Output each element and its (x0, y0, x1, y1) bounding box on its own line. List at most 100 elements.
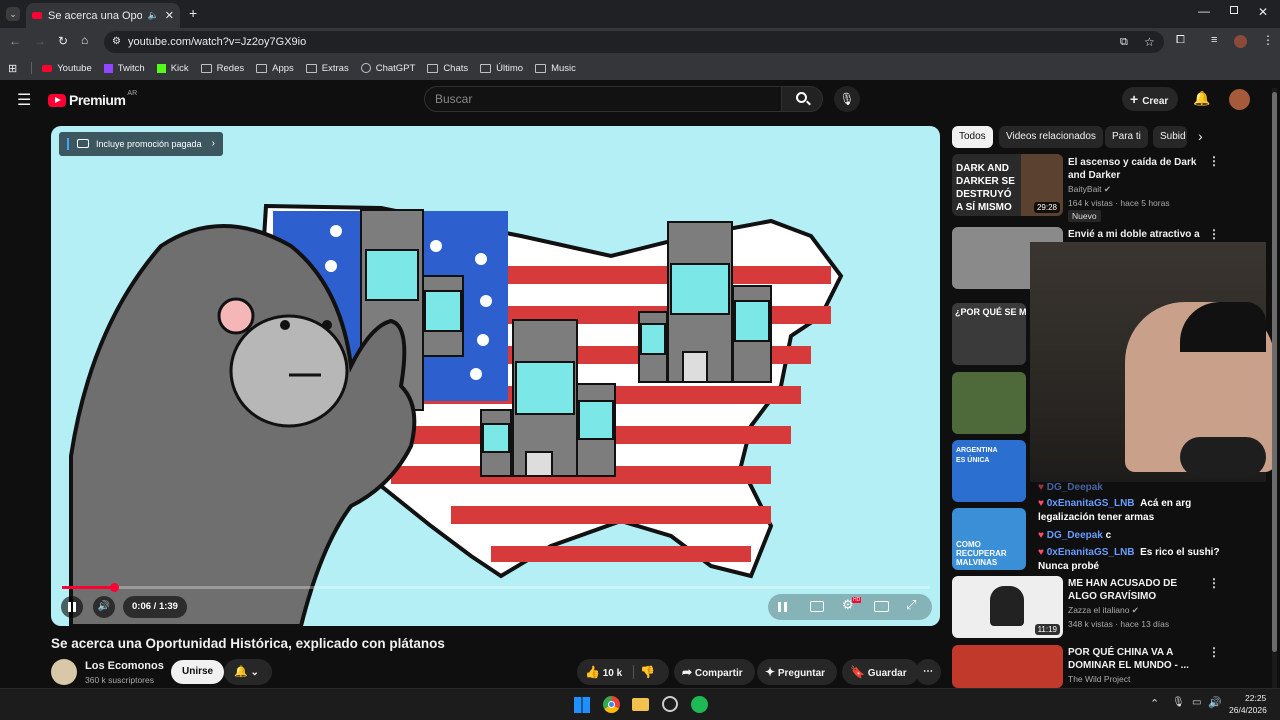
windows-start-icon[interactable] (574, 697, 590, 713)
video-thumbnail[interactable]: DARK AND DARKER SE DESTRUYÓ A SÍ MISMO 2… (952, 154, 1063, 216)
bookmark-chats[interactable]: Chats (427, 63, 468, 74)
create-button[interactable]: + Crear (1122, 87, 1179, 111)
sidebar-channel[interactable]: The Wild Project (1068, 674, 1130, 684)
extensions-icon[interactable]: ⧠ (1176, 34, 1185, 47)
notifications-bell-icon[interactable]: 🔔 (1193, 90, 1210, 107)
tray-chevron-icon[interactable]: ⌃ (1150, 697, 1159, 710)
chevron-right-icon: › (211, 138, 215, 149)
join-button[interactable]: Unirse (171, 660, 225, 684)
mic-tray-icon[interactable]: 🎙 (1172, 697, 1185, 708)
bookmark-extras[interactable]: Extras (305, 63, 349, 74)
youtube-play-icon (48, 93, 66, 107)
file-explorer-icon[interactable] (632, 698, 649, 711)
chip-label: Todos (959, 131, 986, 142)
chat-message: ♥ DG_Deepak c (1038, 529, 1238, 543)
app-icon[interactable] (662, 696, 678, 712)
video-thumbnail[interactable] (952, 372, 1026, 434)
autoplay-toggle[interactable] (778, 602, 787, 612)
paid-promotion-badge[interactable]: Incluye promoción pagada › (59, 132, 223, 156)
bookmark-music[interactable]: Music (535, 63, 576, 74)
page-scrollbar[interactable] (1272, 88, 1277, 688)
new-tab-icon[interactable]: + (189, 5, 197, 21)
tab-search-icon[interactable]: ⌄ (6, 7, 20, 21)
bookmark-kick[interactable]: Kick (156, 63, 189, 74)
bookmark-youtube[interactable]: Youtube (42, 63, 92, 74)
video-thumbnail[interactable]: COMO RECUPERAR MALVINAS (952, 508, 1026, 570)
media-control-icon[interactable]: ≡ (1211, 34, 1217, 46)
video-thumbnail[interactable]: 11:19 (952, 576, 1063, 638)
chips-next-icon[interactable]: › (1198, 128, 1203, 144)
bookmark-star-icon[interactable]: ☆ (1144, 31, 1155, 53)
tab-close-icon[interactable]: ✕ (165, 9, 174, 22)
user-avatar[interactable] (1229, 89, 1250, 110)
share-button[interactable]: ➦ Compartir (674, 659, 755, 685)
chip-todos[interactable]: Todos (952, 126, 993, 148)
chrome-icon[interactable] (603, 696, 620, 713)
video-thumbnail[interactable] (952, 645, 1063, 688)
apps-grid-icon[interactable]: ⊞ (8, 62, 17, 75)
reload-icon[interactable]: ↻ (58, 34, 68, 48)
chip-for-you[interactable]: Para ti (1105, 126, 1148, 148)
bookmark-apps[interactable]: Apps (256, 63, 294, 74)
url-bar[interactable]: ⚙ youtube.com/watch?v=Jz2oy7GX9io ⧉ ☆ (104, 31, 1164, 53)
back-icon[interactable]: ← (9, 34, 21, 48)
sidebar-channel[interactable]: BaityBait ✔ (1068, 184, 1111, 195)
restore-icon[interactable] (1230, 6, 1238, 14)
site-info-icon[interactable]: ⚙ (112, 31, 121, 53)
bookmark-ultimo[interactable]: Último (480, 63, 523, 74)
home-icon[interactable]: ⌂ (81, 33, 88, 47)
theater-mode-icon[interactable] (874, 601, 889, 612)
bookmark-chatgpt[interactable]: ChatGPT (360, 63, 415, 74)
clock-time[interactable]: 22:25 (1245, 693, 1266, 703)
network-icon[interactable]: ▭ (1192, 697, 1201, 708)
more-options-icon[interactable]: ⋮ (1208, 576, 1220, 590)
profile-avatar[interactable] (1234, 35, 1247, 48)
close-window-icon[interactable]: ✕ (1258, 5, 1268, 19)
forward-icon[interactable]: → (34, 34, 46, 48)
sidebar-video-title[interactable]: ME HAN ACUSADO DE ALGO GRAVÍSIMO (1068, 577, 1208, 603)
pause-button[interactable] (61, 596, 83, 618)
more-options-icon[interactable]: ⋮ (1208, 227, 1220, 241)
sidebar-video-title[interactable]: El ascenso y caída de Dark and Darker (1068, 156, 1208, 182)
video-thumbnail[interactable]: ¿POR QUÉ SE M (952, 303, 1026, 365)
search-input[interactable]: Buscar (424, 86, 782, 112)
bookmark-label: Twitch (117, 62, 145, 74)
share-icon: ➦ (682, 665, 693, 679)
subtitles-icon[interactable] (810, 601, 824, 612)
chip-uploaded[interactable]: Subid (1153, 126, 1187, 148)
active-tab[interactable]: Se acerca una Oportunidad 🔈 ✕ (26, 3, 180, 28)
duration-badge: 29:28 (1033, 202, 1060, 213)
sidebar-channel[interactable]: Zazza el italiano ✔ (1068, 605, 1139, 616)
more-actions-button[interactable]: ⋯ (915, 659, 941, 685)
bookmark-redes[interactable]: Redes (200, 63, 244, 74)
search-button[interactable] (781, 86, 823, 112)
hamburger-menu-icon[interactable]: ☰ (17, 90, 31, 110)
speaker-tray-icon[interactable]: 🔊 (1208, 696, 1222, 709)
subscribe-bell-button[interactable]: 🔔 ⌄ (224, 659, 272, 685)
channel-name[interactable]: Los Ecomonos (85, 660, 164, 672)
voice-search-icon[interactable]: 🎙 (834, 86, 860, 112)
channel-avatar[interactable] (51, 659, 77, 685)
browser-menu-icon[interactable]: ⋮ (1262, 33, 1274, 47)
like-button[interactable]: 👍 10 k (585, 659, 622, 687)
speaker-icon[interactable]: 🔈 (148, 10, 159, 21)
youtube-logo[interactable]: Premium AR (48, 90, 137, 108)
progress-scrubber[interactable] (110, 583, 120, 592)
clock-date[interactable]: 26/4/2026 (1229, 705, 1267, 715)
sidebar-video-title[interactable]: POR QUÉ CHINA VA A DOMINAR EL MUNDO - ..… (1068, 646, 1208, 672)
chip-related[interactable]: Videos relacionados (999, 126, 1103, 148)
video-thumbnail[interactable]: ARGENTINA ES ÚNICA (952, 440, 1026, 502)
minimize-icon[interactable]: — (1198, 4, 1210, 18)
install-icon[interactable]: ⧉ (1120, 31, 1128, 53)
progress-bar-track[interactable] (62, 586, 930, 589)
bookmark-twitch[interactable]: Twitch (103, 62, 145, 74)
dislike-button[interactable]: 👎 (640, 659, 655, 685)
more-options-icon[interactable]: ⋮ (1208, 154, 1220, 168)
more-options-icon[interactable]: ⋮ (1208, 645, 1220, 659)
spotify-icon[interactable] (691, 696, 708, 713)
fullscreen-icon[interactable]: ⤢ (906, 597, 916, 613)
ask-button[interactable]: ✦ Preguntar (757, 659, 838, 685)
save-button[interactable]: 🔖 Guardar (842, 659, 919, 685)
volume-icon[interactable]: 🔊 (93, 596, 115, 618)
video-player[interactable]: Incluye promoción pagada › 🔊 0:06 / 1:39… (51, 126, 940, 626)
